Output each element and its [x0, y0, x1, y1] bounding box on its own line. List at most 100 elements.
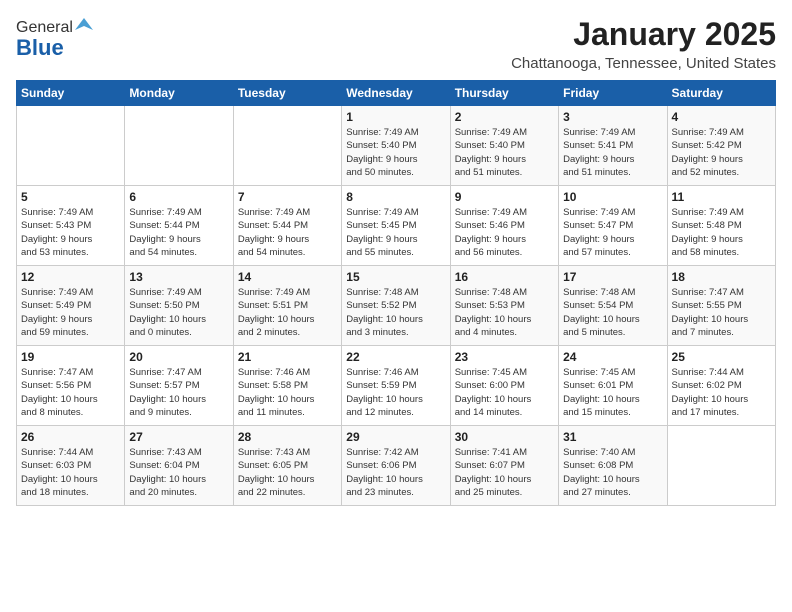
- calendar-cell: 3Sunrise: 7:49 AM Sunset: 5:41 PM Daylig…: [559, 106, 667, 186]
- day-info: Sunrise: 7:48 AM Sunset: 5:54 PM Dayligh…: [563, 286, 662, 339]
- day-info: Sunrise: 7:49 AM Sunset: 5:49 PM Dayligh…: [21, 286, 120, 339]
- day-number: 10: [563, 190, 662, 204]
- calendar-table: SundayMondayTuesdayWednesdayThursdayFrid…: [16, 80, 776, 506]
- day-info: Sunrise: 7:49 AM Sunset: 5:40 PM Dayligh…: [455, 126, 554, 179]
- calendar-cell: 13 Sunrise: 7:49 AM Sunset: 5:50 PM Dayli…: [125, 266, 233, 346]
- header-cell-monday: Monday: [125, 81, 233, 106]
- day-info: Sunrise: 7:49 AM Sunset: 5:44 PM Dayligh…: [238, 206, 337, 259]
- calendar-cell: 22 Sunrise: 7:46 AM Sunset: 5:59 PM Dayli…: [342, 346, 450, 426]
- day-info: Sunrise: 7:49 AM Sunset: 5:50 PM Dayligh…: [129, 286, 228, 339]
- calendar-cell: 18 Sunrise: 7:47 AM Sunset: 5:55 PM Dayli…: [667, 266, 775, 346]
- day-number: 29: [346, 430, 445, 444]
- day-number: 20: [129, 350, 228, 364]
- calendar-cell: 11Sunrise: 7:49 AM Sunset: 5:48 PM Dayli…: [667, 186, 775, 266]
- day-number: 2: [455, 110, 554, 124]
- day-number: 22: [346, 350, 445, 364]
- day-info: Sunrise: 7:49 AM Sunset: 5:48 PM Dayligh…: [672, 206, 771, 259]
- day-number: 6: [129, 190, 228, 204]
- calendar-cell: 10 Sunrise: 7:49 AM Sunset: 5:47 PM Dayli…: [559, 186, 667, 266]
- day-info: Sunrise: 7:49 AM Sunset: 5:44 PM Dayligh…: [129, 206, 228, 259]
- day-number: 19: [21, 350, 120, 364]
- header-cell-wednesday: Wednesday: [342, 81, 450, 106]
- calendar-cell: 29Sunrise: 7:42 AM Sunset: 6:06 PM Dayli…: [342, 426, 450, 506]
- day-info: Sunrise: 7:48 AM Sunset: 5:52 PM Dayligh…: [346, 286, 445, 339]
- logo: General Blue: [16, 16, 93, 61]
- day-info: Sunrise: 7:49 AM Sunset: 5:45 PM Dayligh…: [346, 206, 445, 259]
- calendar-cell: 20 Sunrise: 7:47 AM Sunset: 5:57 PM Dayli…: [125, 346, 233, 426]
- day-number: 16: [455, 270, 554, 284]
- calendar-cell: 16 Sunrise: 7:48 AM Sunset: 5:53 PM Dayli…: [450, 266, 558, 346]
- day-number: 12: [21, 270, 120, 284]
- calendar-cell: 1 Sunrise: 7:49 AM Sunset: 5:40 PM Daylig…: [342, 106, 450, 186]
- calendar-cell: 25Sunrise: 7:44 AM Sunset: 6:02 PM Dayli…: [667, 346, 775, 426]
- day-info: Sunrise: 7:47 AM Sunset: 5:57 PM Dayligh…: [129, 366, 228, 419]
- header-cell-sunday: Sunday: [17, 81, 125, 106]
- calendar-cell: 27Sunrise: 7:43 AM Sunset: 6:04 PM Dayli…: [125, 426, 233, 506]
- calendar-body: 1 Sunrise: 7:49 AM Sunset: 5:40 PM Daylig…: [17, 106, 776, 506]
- title-area: January 2025 Chattanooga, Tennessee, Uni…: [511, 16, 776, 72]
- day-info: Sunrise: 7:49 AM Sunset: 5:41 PM Dayligh…: [563, 126, 662, 179]
- day-number: 9: [455, 190, 554, 204]
- day-number: 14: [238, 270, 337, 284]
- day-info: Sunrise: 7:47 AM Sunset: 5:55 PM Dayligh…: [672, 286, 771, 339]
- week-row-5: 26 Sunrise: 7:44 AM Sunset: 6:03 PM Dayli…: [17, 426, 776, 506]
- day-number: 5: [21, 190, 120, 204]
- day-info: Sunrise: 7:48 AM Sunset: 5:53 PM Dayligh…: [455, 286, 554, 339]
- month-title: January 2025: [511, 16, 776, 53]
- day-info: Sunrise: 7:44 AM Sunset: 6:03 PM Dayligh…: [21, 446, 120, 499]
- day-number: 31: [563, 430, 662, 444]
- calendar-cell: [667, 426, 775, 506]
- day-number: 18: [672, 270, 771, 284]
- day-number: 1: [346, 110, 445, 124]
- calendar-cell: 21Sunrise: 7:46 AM Sunset: 5:58 PM Dayli…: [233, 346, 341, 426]
- day-info: Sunrise: 7:49 AM Sunset: 5:40 PM Dayligh…: [346, 126, 445, 179]
- day-info: Sunrise: 7:49 AM Sunset: 5:47 PM Dayligh…: [563, 206, 662, 259]
- calendar-cell: [125, 106, 233, 186]
- day-info: Sunrise: 7:44 AM Sunset: 6:02 PM Dayligh…: [672, 366, 771, 419]
- calendar-cell: 26 Sunrise: 7:44 AM Sunset: 6:03 PM Dayli…: [17, 426, 125, 506]
- day-number: 30: [455, 430, 554, 444]
- calendar-cell: 4Sunrise: 7:49 AM Sunset: 5:42 PM Daylig…: [667, 106, 775, 186]
- calendar-cell: 8Sunrise: 7:49 AM Sunset: 5:45 PM Daylig…: [342, 186, 450, 266]
- day-info: Sunrise: 7:40 AM Sunset: 6:08 PM Dayligh…: [563, 446, 662, 499]
- day-info: Sunrise: 7:46 AM Sunset: 5:59 PM Dayligh…: [346, 366, 445, 419]
- calendar-cell: 14Sunrise: 7:49 AM Sunset: 5:51 PM Dayli…: [233, 266, 341, 346]
- week-row-2: 5Sunrise: 7:49 AM Sunset: 5:43 PM Daylig…: [17, 186, 776, 266]
- day-info: Sunrise: 7:45 AM Sunset: 6:00 PM Dayligh…: [455, 366, 554, 419]
- location-title: Chattanooga, Tennessee, United States: [511, 55, 776, 72]
- header: General Blue January 2025 Chattanooga, T…: [16, 16, 776, 72]
- calendar-cell: 7Sunrise: 7:49 AM Sunset: 5:44 PM Daylig…: [233, 186, 341, 266]
- header-cell-saturday: Saturday: [667, 81, 775, 106]
- day-info: Sunrise: 7:46 AM Sunset: 5:58 PM Dayligh…: [238, 366, 337, 419]
- day-number: 13: [129, 270, 228, 284]
- day-number: 17: [563, 270, 662, 284]
- header-cell-friday: Friday: [559, 81, 667, 106]
- calendar-cell: 9 Sunrise: 7:49 AM Sunset: 5:46 PM Daylig…: [450, 186, 558, 266]
- header-cell-thursday: Thursday: [450, 81, 558, 106]
- calendar-cell: 30Sunrise: 7:41 AM Sunset: 6:07 PM Dayli…: [450, 426, 558, 506]
- day-info: Sunrise: 7:49 AM Sunset: 5:46 PM Dayligh…: [455, 206, 554, 259]
- logo-bird-icon: [75, 16, 93, 34]
- week-row-1: 1 Sunrise: 7:49 AM Sunset: 5:40 PM Daylig…: [17, 106, 776, 186]
- calendar-cell: 2 Sunrise: 7:49 AM Sunset: 5:40 PM Daylig…: [450, 106, 558, 186]
- day-number: 15: [346, 270, 445, 284]
- day-number: 26: [21, 430, 120, 444]
- day-number: 24: [563, 350, 662, 364]
- day-number: 4: [672, 110, 771, 124]
- day-info: Sunrise: 7:45 AM Sunset: 6:01 PM Dayligh…: [563, 366, 662, 419]
- week-row-3: 12 Sunrise: 7:49 AM Sunset: 5:49 PM Dayli…: [17, 266, 776, 346]
- calendar-cell: 15 Sunrise: 7:48 AM Sunset: 5:52 PM Dayli…: [342, 266, 450, 346]
- calendar-cell: 23Sunrise: 7:45 AM Sunset: 6:00 PM Dayli…: [450, 346, 558, 426]
- calendar-header-row: SundayMondayTuesdayWednesdayThursdayFrid…: [17, 81, 776, 106]
- calendar-cell: [233, 106, 341, 186]
- day-info: Sunrise: 7:47 AM Sunset: 5:56 PM Dayligh…: [21, 366, 120, 419]
- week-row-4: 19 Sunrise: 7:47 AM Sunset: 5:56 PM Dayli…: [17, 346, 776, 426]
- calendar-cell: 17 Sunrise: 7:48 AM Sunset: 5:54 PM Dayli…: [559, 266, 667, 346]
- calendar-cell: 19 Sunrise: 7:47 AM Sunset: 5:56 PM Dayli…: [17, 346, 125, 426]
- calendar-cell: 12 Sunrise: 7:49 AM Sunset: 5:49 PM Dayli…: [17, 266, 125, 346]
- day-info: Sunrise: 7:43 AM Sunset: 6:05 PM Dayligh…: [238, 446, 337, 499]
- logo-blue-text: Blue: [16, 35, 64, 61]
- calendar-cell: [17, 106, 125, 186]
- header-cell-tuesday: Tuesday: [233, 81, 341, 106]
- day-info: Sunrise: 7:43 AM Sunset: 6:04 PM Dayligh…: [129, 446, 228, 499]
